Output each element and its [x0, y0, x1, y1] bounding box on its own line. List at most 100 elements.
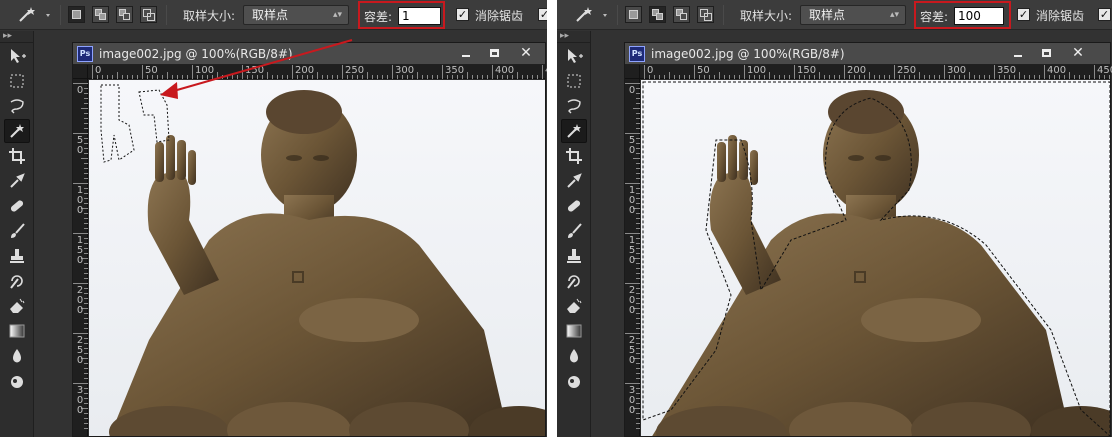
close-button[interactable]: ✕ [1065, 45, 1091, 62]
left-ruler[interactable]: 0 50 100 150 200 250 300 [73, 79, 88, 436]
sample-size-select[interactable]: 取样点 ▴▾ [243, 5, 349, 25]
intersect-selection-button[interactable] [140, 6, 157, 23]
crop-icon[interactable] [4, 144, 30, 168]
top-ruler[interactable]: 050100150200250300350400450 [640, 65, 1112, 79]
ruler-minor-tick [367, 72, 368, 79]
image-canvas[interactable] [89, 80, 545, 436]
ruler-minor-tick [84, 313, 88, 314]
ruler-minor-tick [636, 173, 640, 174]
magic-wand-icon [19, 7, 50, 22]
healing-brush-icon[interactable] [4, 194, 30, 218]
ruler-minor-tick [517, 72, 518, 79]
history-brush-icon[interactable] [4, 269, 30, 293]
ruler-minor-tick [84, 93, 88, 94]
stamp-icon[interactable] [561, 244, 587, 268]
add-to-selection-button[interactable] [92, 6, 109, 23]
document-window: Ps image002.jpg @ 100%(RGB/8#) ✕ 0 50 100 1… [624, 42, 1112, 437]
blur-icon[interactable] [561, 344, 587, 368]
eyedropper-icon[interactable] [561, 169, 587, 193]
gradient-icon[interactable] [561, 319, 587, 343]
ruler-tick [1094, 65, 1095, 79]
smudge-icon[interactable] [561, 369, 587, 393]
antialias-checkbox[interactable]: ✓ [456, 8, 469, 21]
magic-wand-icon[interactable] [561, 119, 587, 143]
minimize-button[interactable] [453, 45, 479, 62]
minimize-button[interactable] [1005, 45, 1031, 62]
image-canvas[interactable] [641, 80, 1110, 436]
gradient-icon[interactable] [4, 319, 30, 343]
lasso-icon[interactable] [561, 94, 587, 118]
sample-size-label: 取样大小: [740, 9, 793, 23]
ruler-label: 0 [647, 65, 654, 76]
document-window: Ps image002.jpg @ 100%(RGB/8#) ✕ 0 50 100 1… [72, 42, 547, 437]
ruler-label: 100 [628, 185, 636, 216]
tolerance-input[interactable]: 100 [954, 7, 1004, 25]
tool-preset-picker[interactable] [14, 5, 54, 25]
ruler-minor-tick [84, 153, 88, 154]
document-tab[interactable]: Ps image002.jpg @ 100%(RGB/8#) ✕ [73, 43, 545, 65]
brush-icon[interactable] [4, 219, 30, 243]
ruler-minor-tick [739, 75, 740, 79]
marquee-icon[interactable] [561, 69, 587, 93]
ruler-origin[interactable] [73, 65, 88, 79]
eraser-icon[interactable] [4, 294, 30, 318]
subtract-from-selection-button[interactable] [673, 6, 690, 23]
ruler-minor-tick [636, 423, 640, 424]
ruler-minor-tick [1029, 75, 1030, 79]
add-to-selection-button[interactable] [649, 6, 666, 23]
contiguous-checkbox[interactable]: ✓ [1098, 8, 1111, 21]
marquee-icon[interactable] [4, 69, 30, 93]
new-selection-button[interactable] [68, 6, 85, 23]
antialias-checkbox[interactable]: ✓ [1017, 8, 1030, 21]
contiguous-checkbox[interactable]: ✓ [538, 8, 547, 21]
toolbox-header[interactable]: ▸▸ [557, 31, 590, 43]
close-button[interactable]: ✕ [513, 45, 539, 62]
eyedropper-icon[interactable] [4, 169, 30, 193]
healing-brush-icon[interactable] [561, 194, 587, 218]
ruler-minor-tick [84, 248, 88, 249]
ruler-origin[interactable] [625, 65, 640, 79]
tolerance-label: 容差: [364, 10, 393, 24]
ruler-minor-tick [427, 75, 428, 79]
ruler-minor-tick [372, 75, 373, 79]
lasso-icon[interactable] [4, 94, 30, 118]
ruler-tick [844, 65, 845, 79]
new-selection-button[interactable] [625, 6, 642, 23]
blur-icon[interactable] [4, 344, 30, 368]
toolbox-header[interactable]: ▸▸ [0, 31, 33, 43]
smudge-icon[interactable] [4, 369, 30, 393]
sample-size-select[interactable]: 取样点 ▴▾ [800, 5, 906, 25]
left-ruler[interactable]: 0 50 100 150 200 250 300 [625, 79, 640, 436]
ruler-label: 250 [628, 335, 636, 366]
maximize-button[interactable] [1033, 45, 1059, 62]
move-icon[interactable] [561, 44, 587, 68]
ruler-minor-tick [734, 75, 735, 79]
subtract-from-selection-button[interactable] [116, 6, 133, 23]
ruler-tick [73, 283, 88, 284]
ruler-minor-tick [636, 138, 640, 139]
eraser-icon[interactable] [561, 294, 587, 318]
ruler-minor-tick [636, 93, 640, 94]
history-brush-icon[interactable] [561, 269, 587, 293]
intersect-selection-button[interactable] [697, 6, 714, 23]
ruler-tick [392, 65, 393, 79]
document-tab[interactable]: Ps image002.jpg @ 100%(RGB/8#) ✕ [625, 43, 1110, 65]
stamp-icon[interactable] [4, 244, 30, 268]
ruler-tick [694, 65, 695, 79]
magic-wand-icon[interactable] [4, 119, 30, 143]
ruler-minor-tick [636, 228, 640, 229]
ruler-tick [73, 333, 88, 334]
ruler-label: 150 [76, 235, 84, 266]
toolbox: ▸▸ [557, 31, 591, 437]
move-icon[interactable] [4, 44, 30, 68]
ruler-minor-tick [636, 428, 640, 429]
ruler-minor-tick [84, 203, 88, 204]
maximize-button[interactable] [481, 45, 507, 62]
tool-preset-picker[interactable] [571, 5, 611, 25]
brush-icon[interactable] [561, 219, 587, 243]
ruler-minor-tick [84, 293, 88, 294]
select-arrows-icon: ▴▾ [332, 10, 342, 20]
crop-icon[interactable] [561, 144, 587, 168]
top-ruler[interactable]: 050100150200250300350400450 [88, 65, 547, 79]
tolerance-input[interactable]: 1 [398, 7, 441, 25]
